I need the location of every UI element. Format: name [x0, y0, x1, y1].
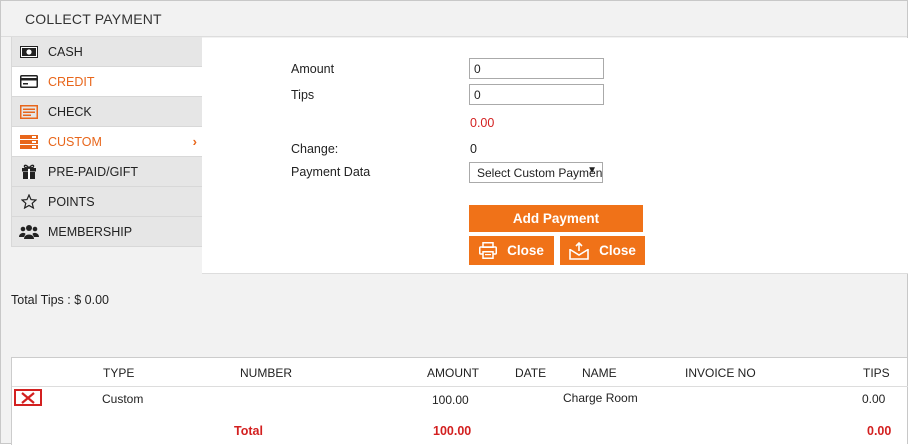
row-amount: 100.00	[432, 393, 469, 407]
check-icon	[18, 104, 40, 120]
column-header-name: NAME	[582, 366, 617, 380]
custom-icon	[18, 134, 40, 150]
sidebar-item-label: CUSTOM	[48, 134, 102, 149]
amount-label: Amount	[291, 62, 335, 76]
sidebar-item-label: PRE-PAID/GIFT	[48, 164, 139, 179]
header-divider	[12, 386, 908, 387]
payment-data-select[interactable]: Select Custom Payment ▼	[469, 162, 603, 183]
star-icon	[18, 194, 40, 210]
payment-data-selected: Select Custom Payment	[477, 166, 603, 180]
sidebar-item-label: CASH	[48, 44, 83, 59]
total-amount: 100.00	[433, 424, 472, 438]
change-value: 0	[470, 142, 477, 156]
tips-label: Tips	[291, 88, 315, 102]
column-header-type: TYPE	[103, 366, 135, 380]
row-name: Charge Room	[563, 391, 638, 405]
group-icon	[18, 224, 40, 240]
delete-row-button[interactable]	[14, 389, 42, 406]
sidebar-item-label: MEMBERSHIP	[48, 224, 133, 239]
balance-value: 0.00	[470, 116, 495, 130]
payment-data-label: Payment Data	[291, 165, 371, 179]
sidebar-item-prepaid-gift[interactable]: PRE-PAID/GIFT	[11, 157, 202, 187]
email-send-icon	[569, 241, 589, 260]
window-title: COLLECT PAYMENT	[1, 1, 907, 37]
sidebar-item-membership[interactable]: MEMBERSHIP	[11, 217, 202, 247]
dropdown-arrow-icon: ▼	[587, 165, 597, 176]
tips-input[interactable]	[469, 84, 604, 105]
sidebar-item-points[interactable]: POINTS	[11, 187, 202, 217]
close-print-label: Close	[507, 243, 544, 258]
sidebar-item-custom[interactable]: CUSTOM ›	[11, 127, 202, 157]
credit-card-icon	[18, 74, 40, 90]
amount-input[interactable]	[469, 58, 604, 79]
total-tips-value: 0.00	[867, 424, 892, 438]
row-type: Custom	[102, 392, 144, 406]
gift-icon	[18, 164, 40, 180]
column-header-invoice-no: INVOICE NO	[685, 366, 756, 380]
column-header-date: DATE	[515, 366, 547, 380]
change-label: Change:	[291, 142, 339, 156]
close-icon	[21, 391, 35, 404]
sidebar-item-credit[interactable]: CREDIT	[11, 67, 202, 97]
payment-method-sidebar: CASH CREDIT CHECK CUSTOM › PRE-PAID/GIFT…	[11, 37, 202, 247]
printer-icon	[479, 242, 498, 259]
chevron-right-icon: ›	[192, 134, 197, 149]
total-label: Total	[234, 424, 263, 438]
payments-table: TYPE NUMBER AMOUNT DATE NAME INVOICE NO …	[11, 357, 908, 445]
close-print-button[interactable]: Close	[469, 236, 554, 265]
sidebar-item-cash[interactable]: CASH	[11, 37, 202, 67]
column-header-tips: TIPS	[863, 366, 890, 380]
row-tips: 0.00	[862, 392, 886, 406]
sidebar-item-label: CHECK	[48, 104, 92, 119]
sidebar-item-label: POINTS	[48, 194, 95, 209]
sidebar-item-check[interactable]: CHECK	[11, 97, 202, 127]
collect-payment-window: COLLECT PAYMENT CASH CREDIT CHECK CUSTOM	[0, 0, 908, 445]
sidebar-item-label: CREDIT	[48, 74, 95, 89]
cash-icon	[18, 44, 40, 60]
payment-form-panel: Amount Tips 0.00 Change: 0 Payment Data …	[202, 38, 908, 274]
column-header-number: NUMBER	[240, 366, 293, 380]
close-email-button[interactable]: Close	[560, 236, 645, 265]
close-email-label: Close	[599, 243, 636, 258]
add-payment-label: Add Payment	[512, 211, 600, 226]
add-payment-button[interactable]: Add Payment	[469, 205, 643, 232]
column-header-amount: AMOUNT	[427, 366, 479, 380]
total-tips: Total Tips : $ 0.00	[11, 293, 109, 307]
